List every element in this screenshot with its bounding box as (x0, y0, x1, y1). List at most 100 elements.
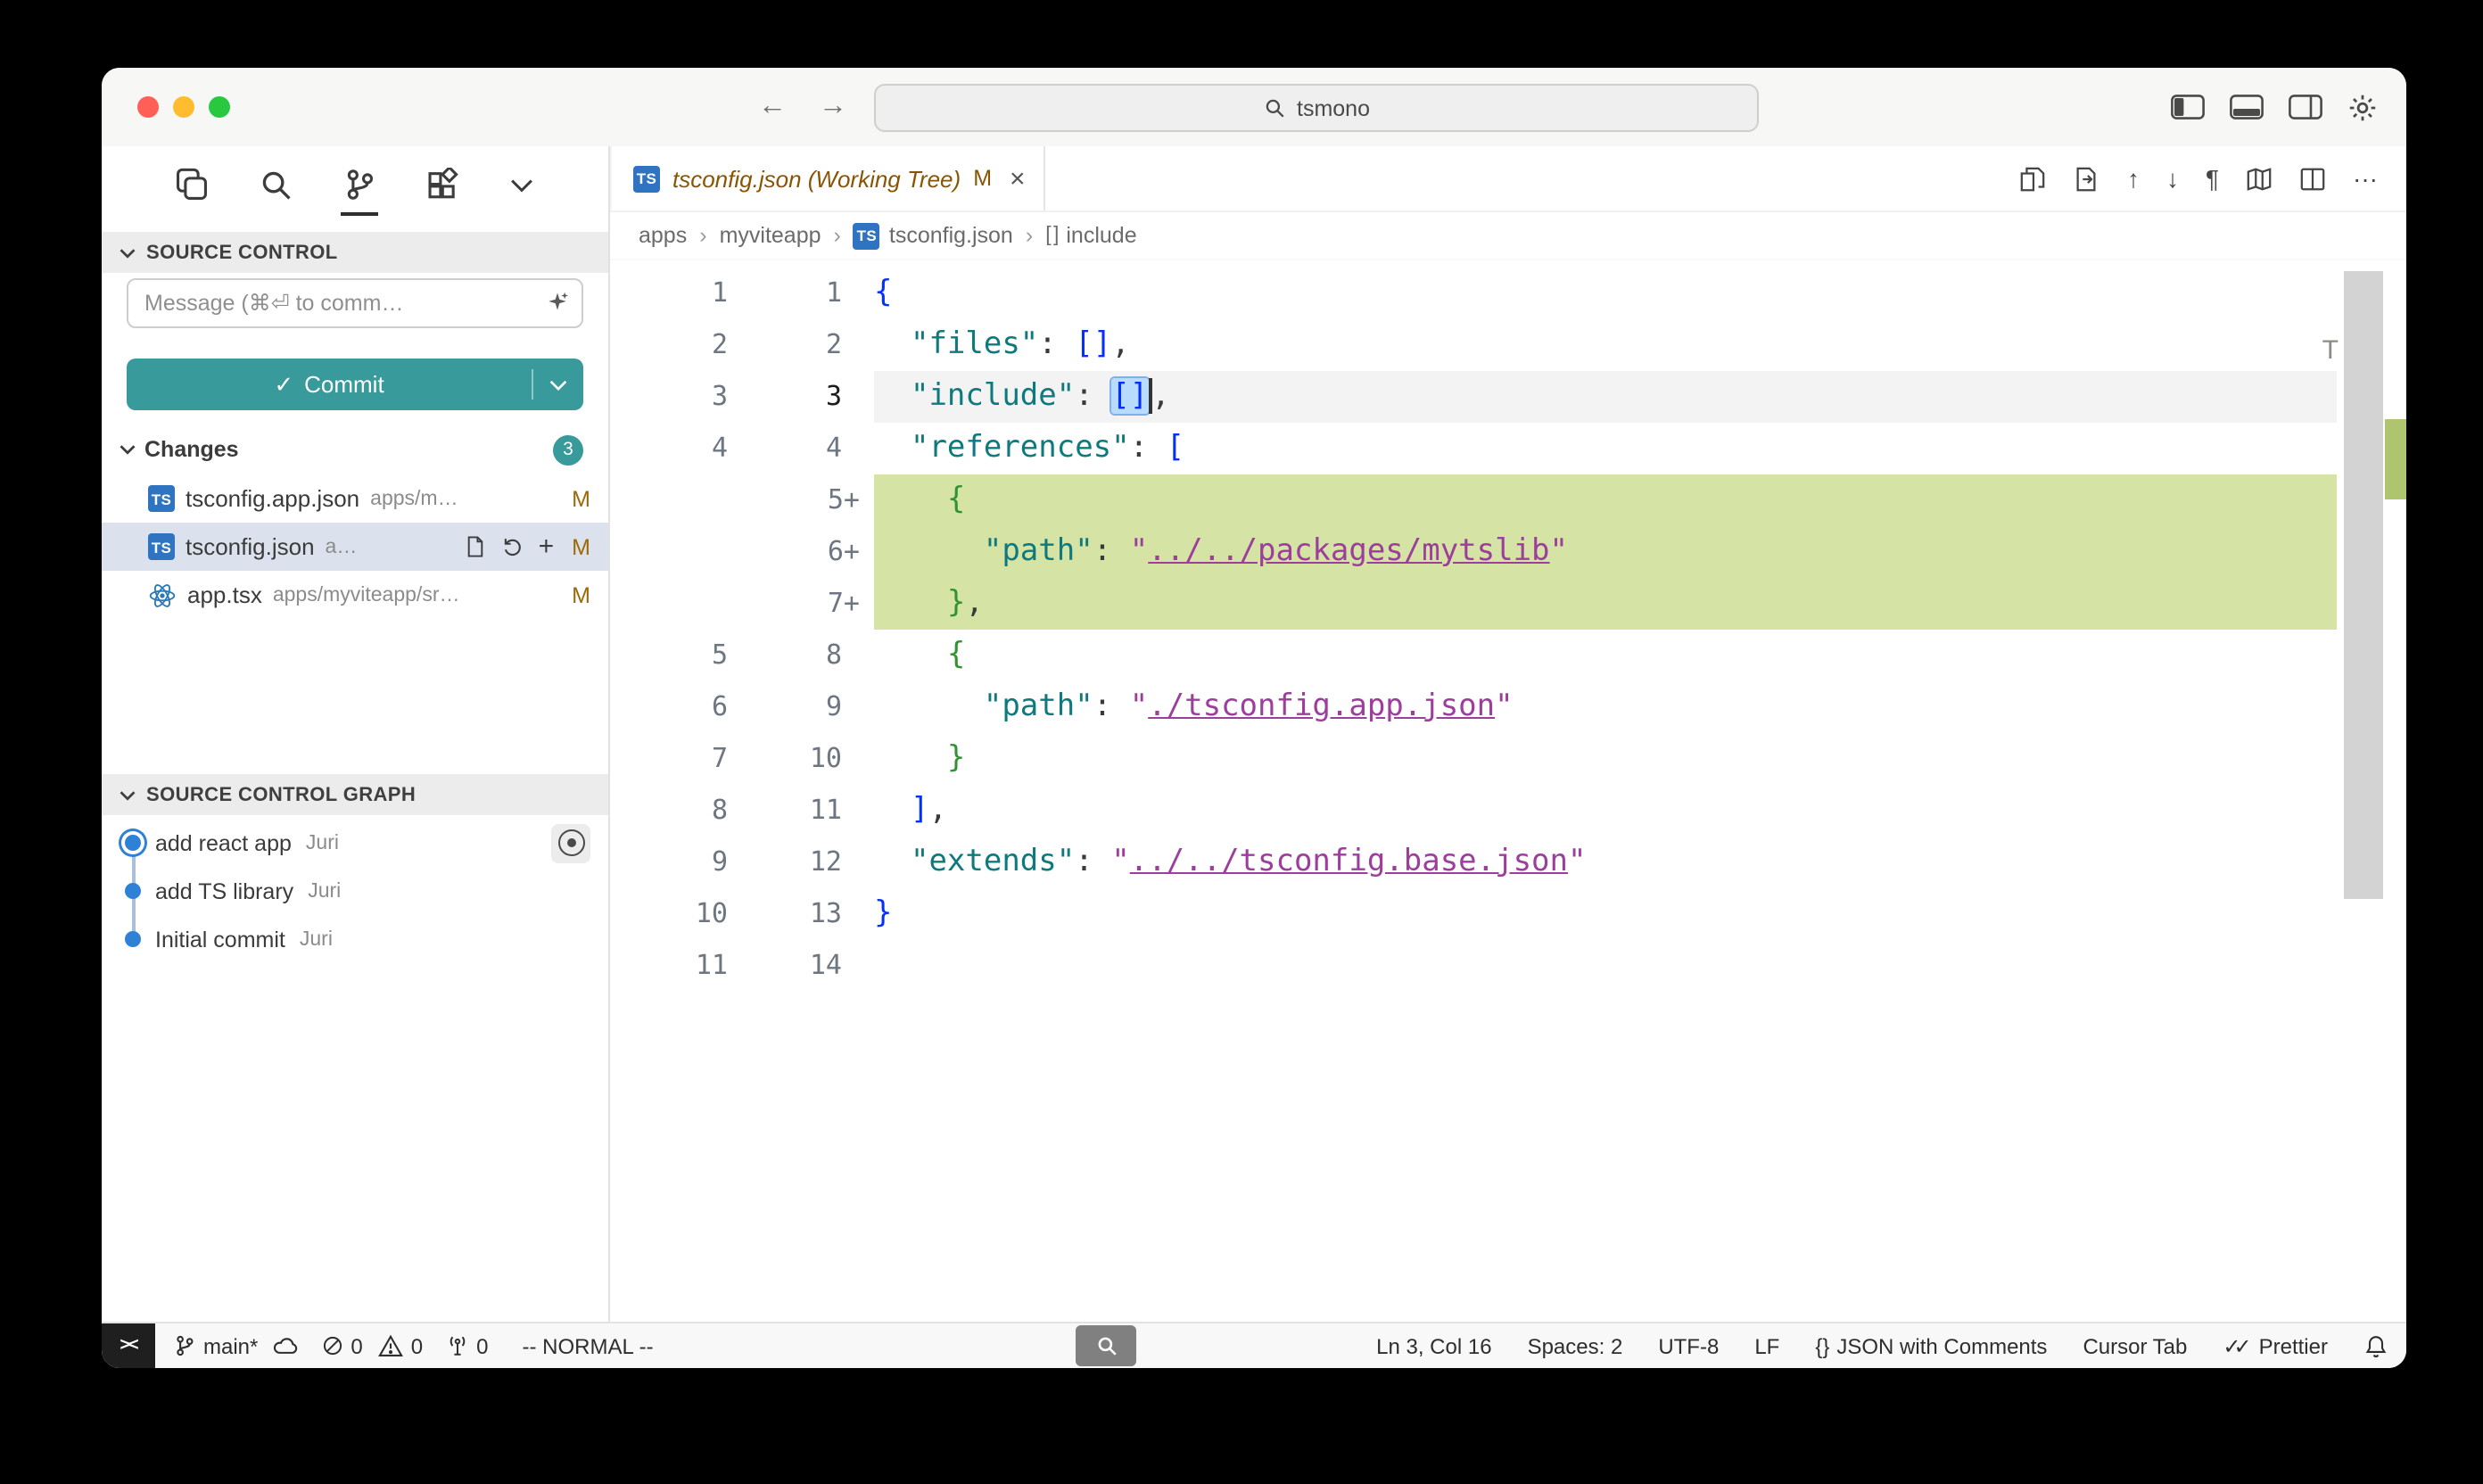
next-change-icon[interactable]: ↓ (2166, 164, 2179, 193)
file-row[interactable]: TStsconfig.jsona…+M (102, 523, 608, 571)
code-line-content[interactable]: "files": [], (874, 319, 2337, 371)
code-line-content[interactable]: "path": "./tsconfig.app.json" (874, 681, 2337, 733)
cursor-position-indicator[interactable]: Ln 3, Col 16 (1376, 1333, 1491, 1358)
breadcrumb-separator: › (1026, 223, 1033, 248)
graph-section-title: SOURCE CONTROL GRAPH (146, 784, 416, 805)
language-indicator[interactable]: {} JSON with Comments (1815, 1333, 2047, 1358)
discard-changes-icon[interactable] (501, 535, 524, 558)
close-tab-icon[interactable]: × (1010, 163, 1026, 194)
file-link[interactable]: ../../tsconfig.base.json (1130, 844, 1568, 879)
eol-indicator[interactable]: LF (1754, 1333, 1779, 1358)
cursor-tab-indicator[interactable]: Cursor Tab (2083, 1333, 2187, 1358)
problems-indicator[interactable]: 0 0 (320, 1333, 423, 1358)
code-token: : (1075, 378, 1093, 414)
source-control-section-header[interactable]: SOURCE CONTROL (102, 232, 608, 273)
commit-message-input[interactable] (127, 278, 583, 328)
commit-row[interactable]: add react appJuri (102, 819, 608, 867)
split-editor-icon[interactable] (2299, 165, 2326, 192)
ports-indicator[interactable]: 0 (446, 1333, 488, 1358)
code-line-content[interactable]: "references": [ (874, 423, 2337, 474)
tab-tsconfig-working-tree[interactable]: TS tsconfig.json (Working Tree) M × (610, 146, 1045, 210)
code-token (1111, 533, 1130, 569)
close-window-button[interactable] (137, 96, 159, 118)
commit-row[interactable]: add TS libraryJuri (102, 867, 608, 915)
open-file-icon[interactable] (464, 535, 487, 558)
modified-line-number: 5+ (760, 474, 874, 526)
code-line-content[interactable] (874, 940, 2337, 992)
sparkle-icon[interactable] (546, 291, 569, 314)
code-token: , (928, 792, 947, 828)
code-line-content[interactable]: "include": [], (874, 371, 2337, 423)
modified-line-number: 12 (760, 837, 874, 888)
back-icon[interactable]: ← (758, 91, 787, 123)
modified-line-number: 7+ (760, 578, 874, 630)
code-token: , (1151, 378, 1170, 414)
editor-group: TS tsconfig.json (Working Tree) M × ↑ (610, 146, 2406, 1323)
file-row[interactable]: app.tsxapps/myviteapp/sr…M (102, 571, 608, 619)
code-line-content[interactable]: { (874, 474, 2337, 526)
commit-row[interactable]: Initial commitJuri (102, 915, 608, 963)
source-control-graph-header[interactable]: SOURCE CONTROL GRAPH (102, 774, 608, 815)
source-control-icon[interactable] (341, 155, 378, 216)
code-line-content[interactable]: }, (874, 578, 2337, 630)
breadcrumb-item[interactable]: TS tsconfig.json (854, 222, 1013, 249)
file-link[interactable]: ./tsconfig.app.json (1148, 688, 1495, 724)
file-row[interactable]: TStsconfig.app.jsonapps/m…M (102, 474, 608, 523)
scrollbar-thumb[interactable] (2344, 271, 2383, 899)
encoding-indicator[interactable]: UTF-8 (1658, 1333, 1719, 1358)
code-line-content[interactable]: "path": "../../packages/mytslib" (874, 526, 2337, 578)
formatter-indicator[interactable]: ✓✓ Prettier (2223, 1333, 2328, 1358)
indentation-indicator[interactable]: Spaces: 2 (1528, 1333, 1623, 1358)
code-line-content[interactable]: { (874, 268, 2337, 319)
search-view-icon[interactable] (257, 155, 294, 216)
remote-indicator[interactable]: >< (102, 1323, 155, 1368)
vim-mode-indicator[interactable]: -- NORMAL -- (523, 1333, 654, 1358)
modified-line-number: 6+ (760, 526, 874, 578)
explorer-icon[interactable] (173, 155, 210, 216)
breadcrumb-item[interactable]: myviteapp (720, 223, 821, 248)
settings-gear-icon[interactable] (2347, 92, 2378, 122)
code-token (874, 740, 947, 776)
code-token: { (874, 275, 893, 310)
breadcrumb-item[interactable]: apps (639, 223, 687, 248)
breadcrumb-item[interactable]: [ ] include (1045, 223, 1136, 248)
branch-indicator[interactable]: main* (173, 1333, 297, 1358)
stage-changes-icon[interactable]: + (539, 532, 555, 562)
more-actions-icon[interactable]: ··· (2353, 164, 2378, 193)
go-to-file-icon[interactable] (2074, 165, 2100, 192)
command-center[interactable]: tsmono (874, 84, 1759, 132)
toggle-sidebar-icon[interactable] (2171, 95, 2205, 120)
code-token: " (1550, 533, 1569, 569)
toggle-secondary-sidebar-icon[interactable] (2289, 95, 2322, 120)
code-line-content[interactable]: } (874, 733, 2337, 785)
commit-label: Commit (304, 371, 384, 398)
code-line: 1114 (610, 940, 2406, 992)
map-icon[interactable] (2246, 165, 2273, 192)
code-line-content[interactable]: "extends": "../../tsconfig.base.json" (874, 837, 2337, 888)
commit-button[interactable]: ✓ Commit (127, 370, 532, 399)
notifications-bell-icon[interactable] (2363, 1333, 2388, 1358)
previous-change-icon[interactable]: ↑ (2127, 164, 2140, 193)
whitespace-icon[interactable]: ¶ (2206, 164, 2219, 193)
code-token: " (1130, 533, 1149, 569)
section-title: SOURCE CONTROL (146, 242, 338, 263)
changes-header[interactable]: Changes 3 (102, 428, 608, 471)
chevron-down-icon[interactable] (508, 165, 535, 206)
extensions-icon[interactable] (425, 155, 462, 216)
commit-target-icon[interactable] (551, 823, 590, 862)
zoom-window-button[interactable] (209, 96, 230, 118)
original-line-number: 8 (610, 785, 760, 837)
code-line-content[interactable]: } (874, 888, 2337, 940)
file-link[interactable]: ../../packages/mytslib (1148, 533, 1549, 569)
modified-line-number: 2 (760, 319, 874, 371)
branch-icon (173, 1334, 196, 1357)
react-icon (148, 581, 177, 609)
code-line-content[interactable]: ], (874, 785, 2337, 837)
minimize-window-button[interactable] (173, 96, 194, 118)
toggle-panel-icon[interactable] (2230, 95, 2264, 120)
commit-dropdown-button[interactable] (533, 379, 583, 390)
forward-icon[interactable]: → (819, 91, 847, 123)
code-line-content[interactable]: { (874, 630, 2337, 681)
breadcrumb-separator: › (699, 223, 706, 248)
open-changes-icon[interactable] (2020, 165, 2047, 192)
